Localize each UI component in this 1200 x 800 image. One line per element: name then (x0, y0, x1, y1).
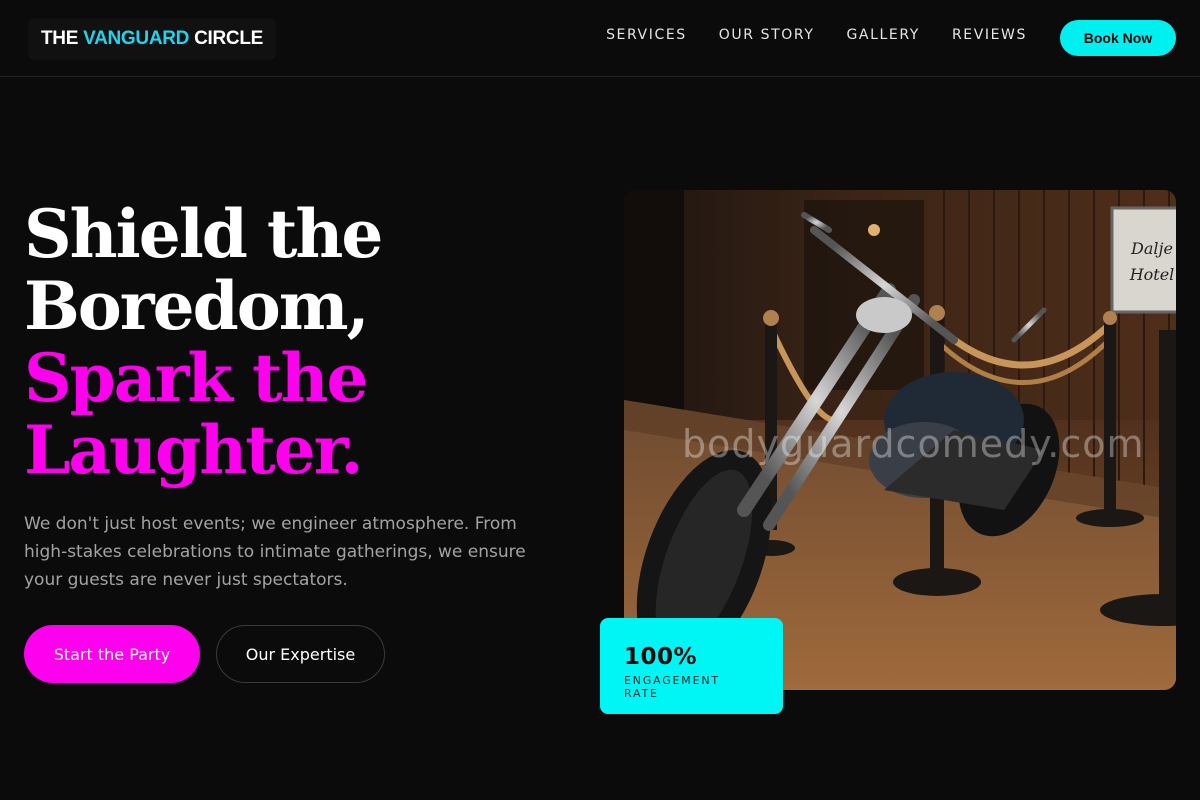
hero-description: We don't just host events; we engineer a… (24, 514, 526, 590)
site-header: THE VANGUARD CIRCLE SERVICES OUR STORY G… (0, 0, 1200, 77)
nav-link-reviews[interactable]: REVIEWS (952, 27, 1027, 43)
stat-label: ENGAGEMENT RATE (624, 674, 720, 700)
hero-title-line-4: Laughter. (24, 411, 363, 489)
sign-text-line-1: Dalje (1130, 239, 1173, 258)
main-nav: SERVICES OUR STORY GALLERY REVIEWS (606, 27, 1027, 43)
start-the-party-button[interactable]: Start the Party (24, 625, 200, 683)
page: THE VANGUARD CIRCLE SERVICES OUR STORY G… (0, 0, 1200, 800)
brand-name-part1: THE (41, 28, 79, 49)
nav-link-gallery[interactable]: GALLERY (846, 27, 919, 43)
image-watermark: bodyguardcomedy.com (682, 422, 1145, 466)
hero-title-line-2: Boredom, (24, 267, 370, 345)
sign-text-line-2: Hotel (1129, 265, 1175, 284)
our-expertise-button[interactable]: Our Expertise (216, 625, 385, 683)
hero-title: Shield the Boredom, Spark the Laughter. (24, 198, 584, 486)
brand-name-part2: VANGUARD (83, 28, 190, 49)
hero-motorcycle-image: Dalje Hotel bodyguardcomedy.com (624, 190, 1176, 690)
nav-link-our-story[interactable]: OUR STORY (719, 27, 815, 43)
brand-name-part3: CIRCLE (194, 28, 263, 49)
brand-logo[interactable]: THE VANGUARD CIRCLE (28, 18, 276, 60)
hero-title-line-3: Spark the (24, 339, 369, 417)
stat-value: 100% (624, 644, 698, 670)
engagement-stat-card: 100% ENGAGEMENT RATE (600, 618, 783, 714)
book-now-button[interactable]: Book Now (1060, 20, 1176, 56)
hero-title-line-1: Shield the (24, 195, 383, 273)
nav-link-services[interactable]: SERVICES (606, 27, 687, 43)
